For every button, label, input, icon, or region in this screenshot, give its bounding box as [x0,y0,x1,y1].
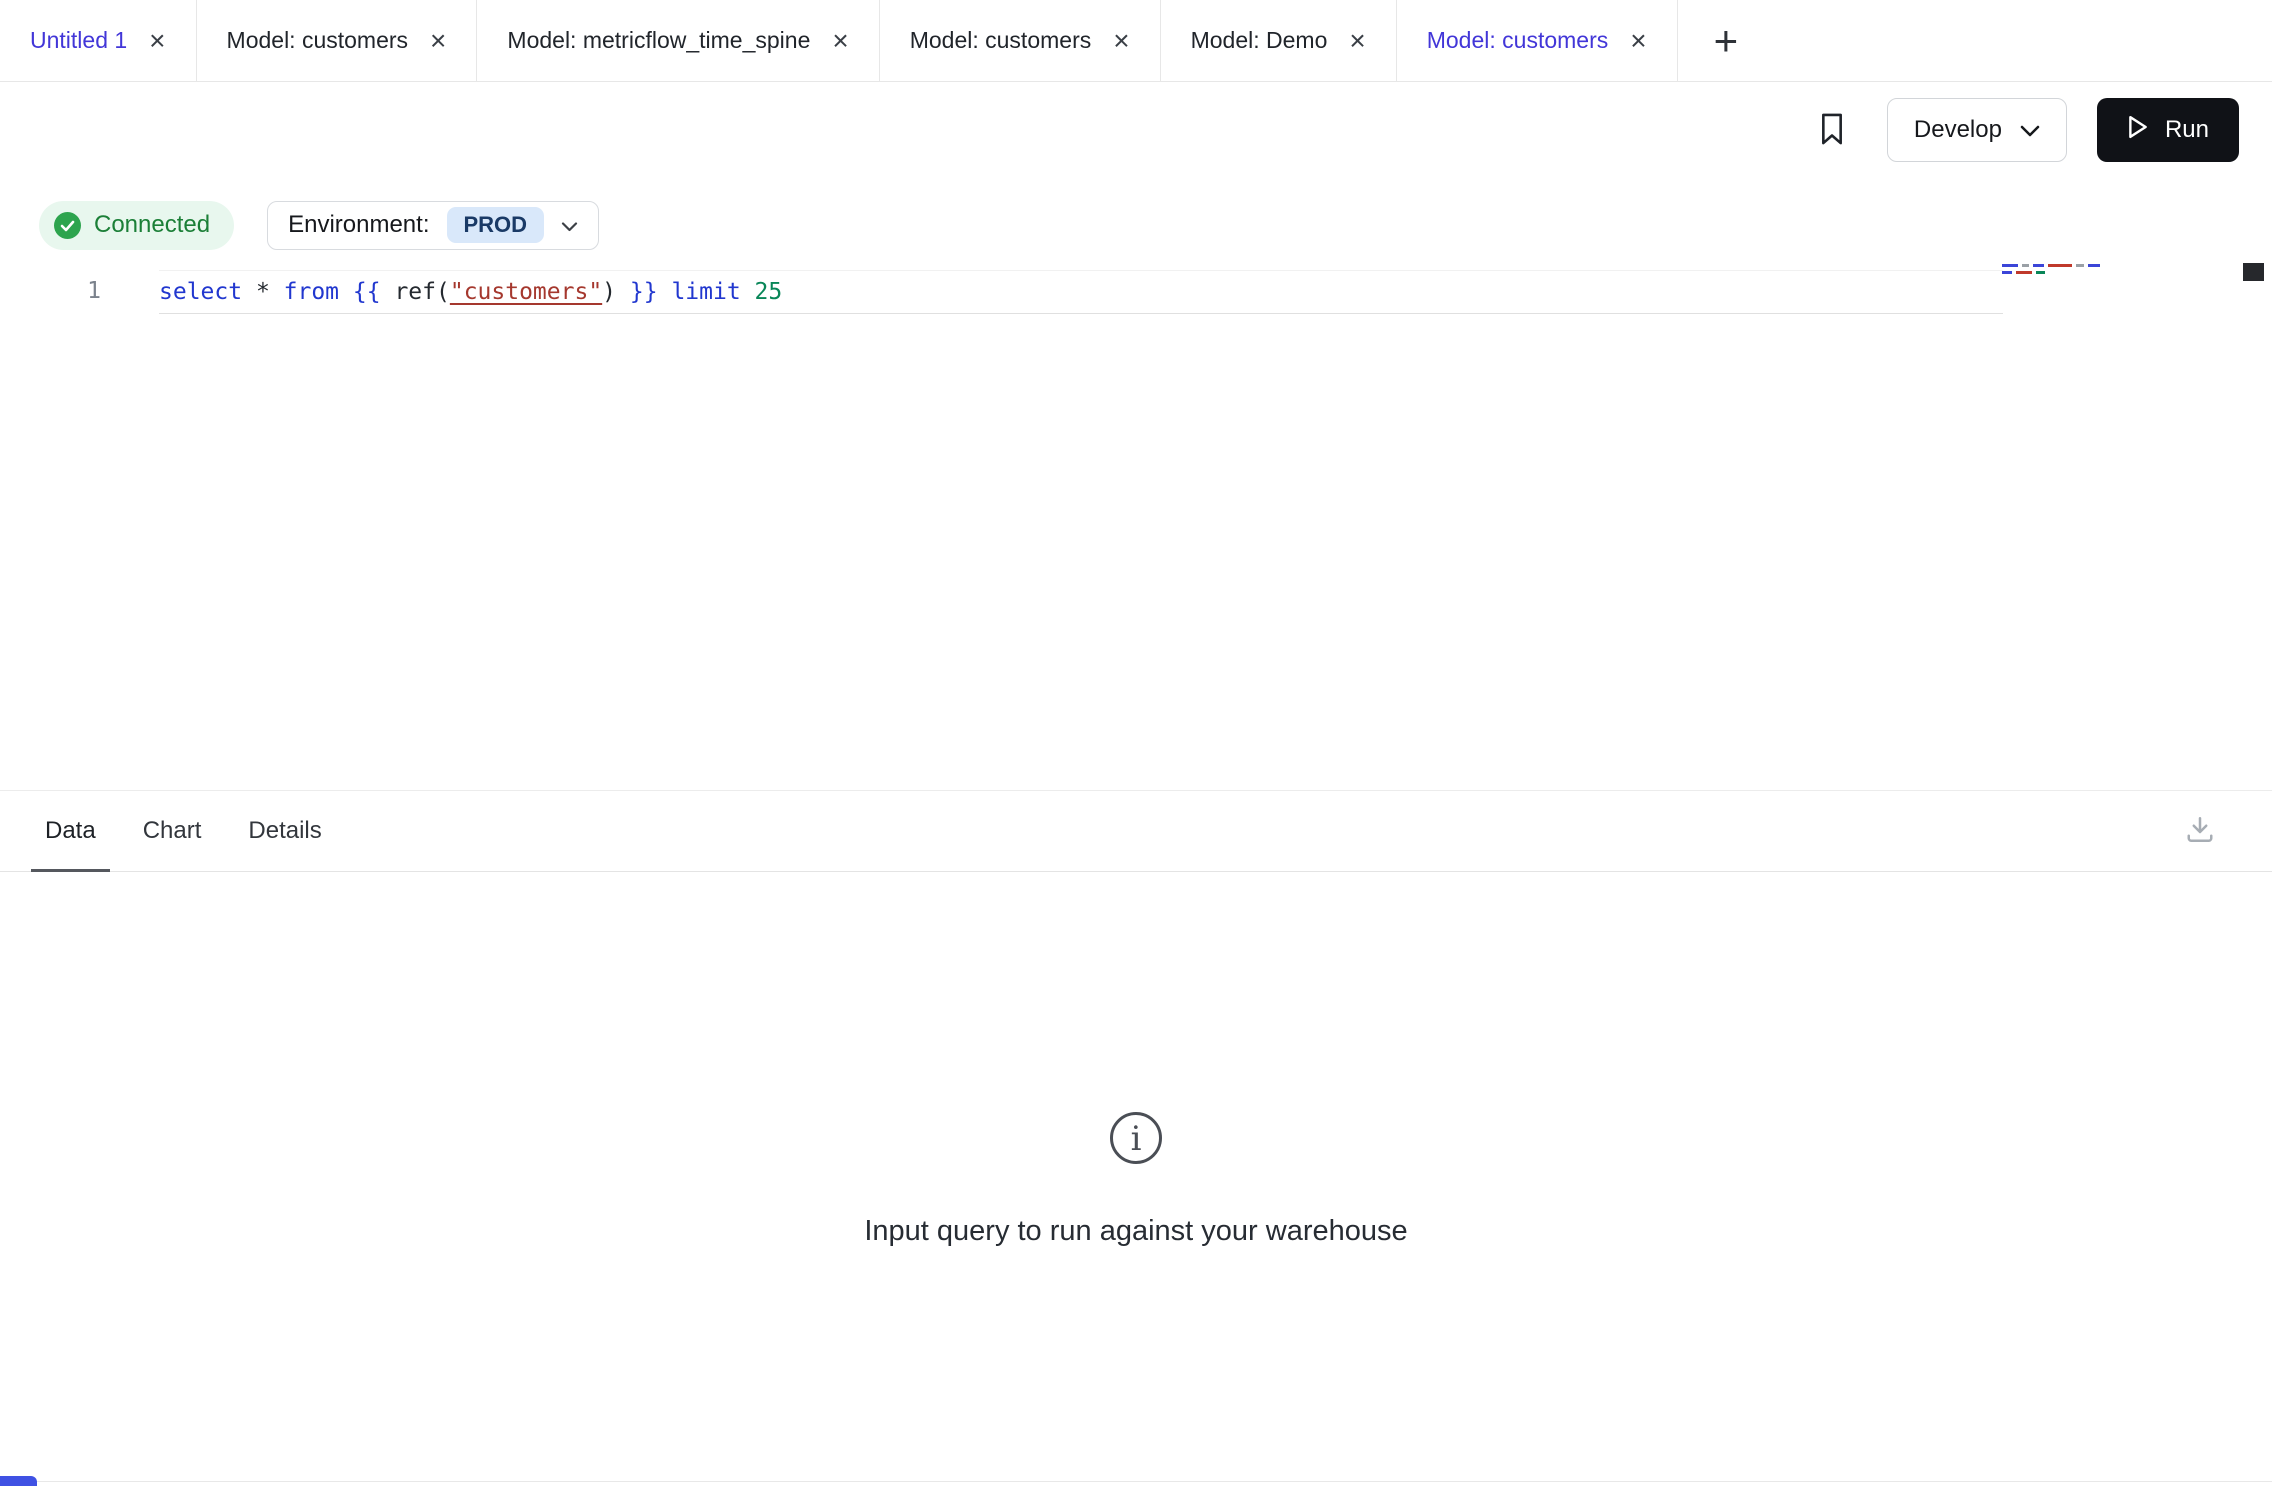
environment-label: Environment: [288,211,429,239]
empty-state-message: Input query to run against your warehous… [864,1215,1407,1248]
close-icon[interactable]: × [149,27,165,55]
environment-badge: PROD [447,207,545,243]
results-empty-state: i Input query to run against your wareho… [0,872,2272,1486]
tab-label: Model: metricflow_time_spine [507,27,810,54]
code-token: 25 [755,279,783,305]
bottom-accent-bar [0,1476,37,1486]
minimap-line [2002,264,2100,267]
connection-status-badge: Connected [39,201,234,250]
tab-label: Model: customers [1427,27,1609,54]
code-token: limit [671,279,740,305]
info-icon: i [1108,1110,1164,1171]
tab-data[interactable]: Data [45,791,96,871]
close-icon[interactable]: × [832,27,848,55]
code-token: * [242,279,284,305]
code-editor[interactable]: 1 select * from {{ ref("customers") }} l… [0,250,2272,790]
close-icon[interactable]: × [1349,27,1365,55]
play-icon [2127,115,2149,146]
code-token: }} [630,279,658,305]
svg-text:i: i [1131,1119,1142,1159]
tab-label: Model: customers [910,27,1092,54]
code-token: "customers" [450,279,602,305]
code-line[interactable]: select * from {{ ref("customers") }} lim… [159,270,2003,314]
tab-bar: Untitled 1 × Model: customers × Model: m… [0,0,2272,82]
tab-label: Untitled 1 [30,27,127,54]
chevron-down-icon [2020,116,2040,144]
scrollbar-thumb[interactable] [2243,263,2264,281]
code-token [741,279,755,305]
tab-label: Model: customers [227,27,409,54]
tab-label: Details [248,817,321,845]
tab-chart[interactable]: Chart [143,791,202,871]
connection-status-label: Connected [94,211,210,239]
tab-label: Model: Demo [1191,27,1328,54]
tab-model-customers-1[interactable]: Model: customers × [197,0,478,81]
minimap-line [2002,271,2100,274]
results-panel: Data Chart Details i Input query to run … [0,790,2272,1486]
code-token: {{ [353,279,381,305]
bookmark-icon [1819,111,1845,150]
code-token: from [284,279,339,305]
check-icon [54,212,81,239]
download-button[interactable] [2185,815,2215,848]
bottom-border [0,1481,2272,1486]
code-token: ) [602,279,630,305]
code-token [658,279,672,305]
develop-button[interactable]: Develop [1887,98,2067,162]
tab-model-demo[interactable]: Model: Demo × [1161,0,1397,81]
toolbar: Develop Run [0,82,2272,178]
environment-selector[interactable]: Environment: PROD [267,201,599,250]
line-number: 1 [0,270,101,312]
tab-label: Data [45,817,96,845]
develop-button-label: Develop [1914,116,2002,144]
code-token [339,279,353,305]
bookmark-button[interactable] [1819,111,1845,150]
close-icon[interactable]: × [430,27,446,55]
new-tab-button[interactable]: + [1704,20,1749,62]
tab-untitled-1[interactable]: Untitled 1 × [0,0,197,81]
tab-details[interactable]: Details [248,791,321,871]
run-button[interactable]: Run [2097,98,2239,162]
minimap[interactable] [2002,264,2100,274]
tab-model-metricflow-time-spine[interactable]: Model: metricflow_time_spine × [477,0,879,81]
tab-model-customers-3[interactable]: Model: customers × [1397,0,1678,81]
results-tab-bar: Data Chart Details [0,791,2272,872]
close-icon[interactable]: × [1113,27,1129,55]
tab-model-customers-2[interactable]: Model: customers × [880,0,1161,81]
code-token: select [159,279,242,305]
download-icon [2185,815,2215,848]
close-icon[interactable]: × [1630,27,1646,55]
chevron-down-icon [561,211,578,239]
status-row: Connected Environment: PROD [0,200,2272,250]
code-token: ref( [381,279,450,305]
tab-label: Chart [143,817,202,845]
run-button-label: Run [2165,116,2209,144]
